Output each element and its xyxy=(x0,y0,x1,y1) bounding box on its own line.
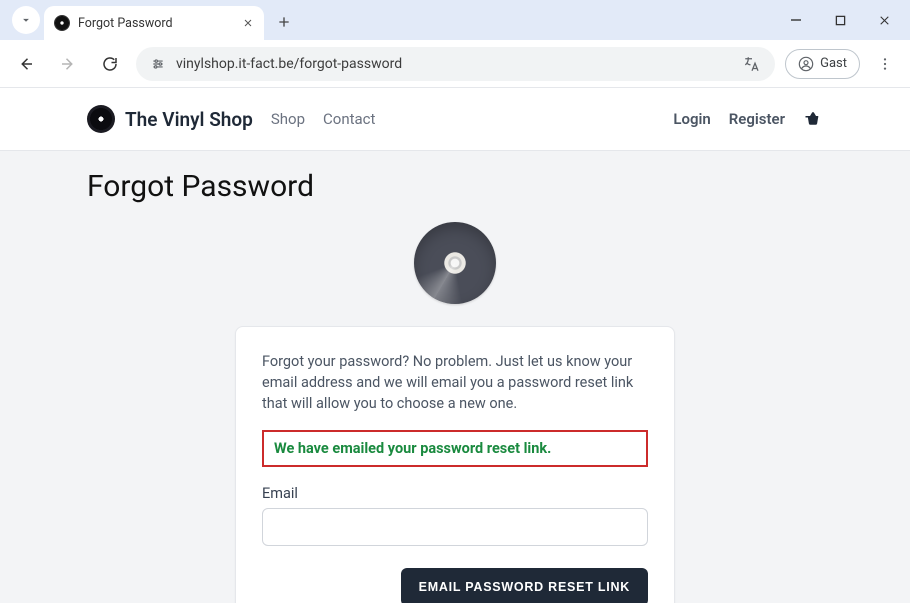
tune-icon xyxy=(150,57,166,71)
arrow-right-icon xyxy=(59,55,77,73)
site-controls-button[interactable] xyxy=(150,57,166,71)
nav-forward-button[interactable] xyxy=(52,48,84,80)
tab-search-button[interactable] xyxy=(12,6,40,34)
tab-close-button[interactable] xyxy=(242,17,254,29)
browser-tabstrip: Forgot Password xyxy=(0,0,910,40)
forgot-password-card: Forgot your password? No problem. Just l… xyxy=(235,326,675,603)
close-icon xyxy=(878,14,891,27)
window-maximize-button[interactable] xyxy=(820,5,860,35)
submit-reset-button[interactable]: EMAIL PASSWORD RESET LINK xyxy=(401,568,648,603)
main-content: Forgot Password Forgot your password? No… xyxy=(75,151,835,603)
reload-icon xyxy=(101,55,119,73)
plus-icon xyxy=(276,14,292,30)
page-viewport: The Vinyl Shop Shop Contact Login Regist… xyxy=(0,88,910,603)
close-icon xyxy=(242,17,254,29)
nav-shop[interactable]: Shop xyxy=(271,110,305,128)
window-controls xyxy=(776,0,904,40)
minimize-icon xyxy=(790,14,802,26)
browser-toolbar: vinylshop.it-fact.be/forgot-password Gas… xyxy=(0,40,910,88)
nav-register[interactable]: Register xyxy=(729,110,785,128)
window-close-button[interactable] xyxy=(864,5,904,35)
address-url-text: vinylshop.it-fact.be/forgot-password xyxy=(176,56,402,72)
site-header: The Vinyl Shop Shop Contact Login Regist… xyxy=(0,88,910,151)
browser-menu-button[interactable] xyxy=(870,49,900,79)
tab-title: Forgot Password xyxy=(78,16,173,31)
chevron-down-icon xyxy=(19,13,33,27)
profile-guest-button[interactable]: Gast xyxy=(785,49,860,79)
vinyl-logo-icon xyxy=(87,105,115,133)
new-tab-button[interactable] xyxy=(270,8,298,36)
hero-illustration xyxy=(87,222,823,304)
status-message-highlight: We have emailed your password reset link… xyxy=(262,430,648,467)
browser-tab-active[interactable]: Forgot Password xyxy=(44,6,264,40)
brand-text: The Vinyl Shop xyxy=(125,108,253,131)
basket-icon xyxy=(803,110,823,128)
email-label: Email xyxy=(262,485,648,502)
address-bar[interactable]: vinylshop.it-fact.be/forgot-password xyxy=(136,47,775,81)
nav-reload-button[interactable] xyxy=(94,48,126,80)
kebab-icon xyxy=(877,56,893,72)
email-field[interactable] xyxy=(262,508,648,546)
vinyl-disc-icon xyxy=(414,222,496,304)
nav-contact[interactable]: Contact xyxy=(323,110,375,128)
cart-button[interactable] xyxy=(803,110,823,128)
status-message: We have emailed your password reset link… xyxy=(274,440,636,457)
vinyl-favicon-icon xyxy=(54,15,70,31)
brand-link[interactable]: The Vinyl Shop xyxy=(87,105,253,133)
translate-icon xyxy=(743,55,761,73)
user-icon xyxy=(798,56,814,72)
page-title: Forgot Password xyxy=(87,169,823,204)
profile-label: Gast xyxy=(820,56,847,71)
nav-login[interactable]: Login xyxy=(673,110,710,128)
card-intro-text: Forgot your password? No problem. Just l… xyxy=(262,351,648,414)
translate-button[interactable] xyxy=(743,55,761,73)
window-minimize-button[interactable] xyxy=(776,5,816,35)
nav-back-button[interactable] xyxy=(10,48,42,80)
maximize-icon xyxy=(835,15,846,26)
arrow-left-icon xyxy=(17,55,35,73)
